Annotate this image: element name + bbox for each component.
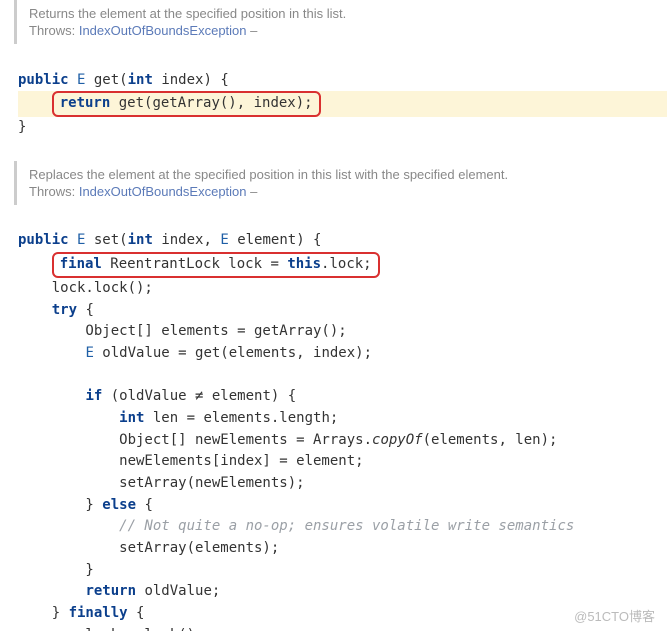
doc-throws: Throws: IndexOutOfBoundsException –: [29, 23, 655, 38]
doc-description: Returns the element at the specified pos…: [29, 6, 655, 21]
javadoc-get: Returns the element at the specified pos…: [14, 0, 667, 44]
lock-declaration-line: final ReentrantLock lock = this.lock;: [18, 256, 380, 272]
code-line: lock.lock();: [18, 280, 153, 296]
highlighted-return-line: return get(getArray(), index);: [18, 91, 667, 117]
javadoc-set: Replaces the element at the specified po…: [14, 161, 667, 205]
exception-link[interactable]: IndexOutOfBoundsException: [79, 23, 247, 38]
throws-label: Throws:: [29, 23, 79, 38]
code-line: } finally {: [18, 605, 144, 621]
code-set-method: public E set(int index, E element) { fin…: [0, 205, 667, 631]
close-brace: }: [18, 119, 26, 135]
code-line: return oldValue;: [18, 583, 220, 599]
code-line: }: [18, 562, 94, 578]
code-line: Object[] elements = getArray();: [18, 323, 347, 339]
throws-dash: –: [247, 23, 258, 38]
exception-link[interactable]: IndexOutOfBoundsException: [79, 184, 247, 199]
code-line: try {: [18, 302, 94, 318]
code-line: Object[] newElements = Arrays.copyOf(ele…: [18, 432, 557, 448]
doc-throws: Throws: IndexOutOfBoundsException –: [29, 184, 655, 199]
throws-dash: –: [247, 184, 258, 199]
boxed-return: return get(getArray(), index);: [52, 91, 321, 117]
code-line: int len = elements.length;: [18, 410, 338, 426]
method-signature: public E get(int index) {: [18, 72, 229, 88]
code-line: newElements[index] = element;: [18, 453, 364, 469]
boxed-lock-decl: final ReentrantLock lock = this.lock;: [52, 252, 380, 278]
code-line: } else {: [18, 497, 153, 513]
code-get-method: public E get(int index) { return get(get…: [0, 44, 667, 143]
method-signature: public E set(int index, E element) {: [18, 232, 321, 248]
code-line: setArray(elements);: [18, 540, 279, 556]
code-line: E oldValue = get(elements, index);: [18, 345, 372, 361]
code-line: if (oldValue ≠ element) {: [18, 388, 296, 404]
code-comment: // Not quite a no-op; ensures volatile w…: [18, 518, 574, 534]
watermark: @51CTO博客: [574, 606, 655, 625]
code-line: setArray(newElements);: [18, 475, 305, 491]
code-line: lock.unlock();: [18, 627, 203, 631]
throws-label: Throws:: [29, 184, 79, 199]
doc-description: Replaces the element at the specified po…: [29, 167, 655, 182]
